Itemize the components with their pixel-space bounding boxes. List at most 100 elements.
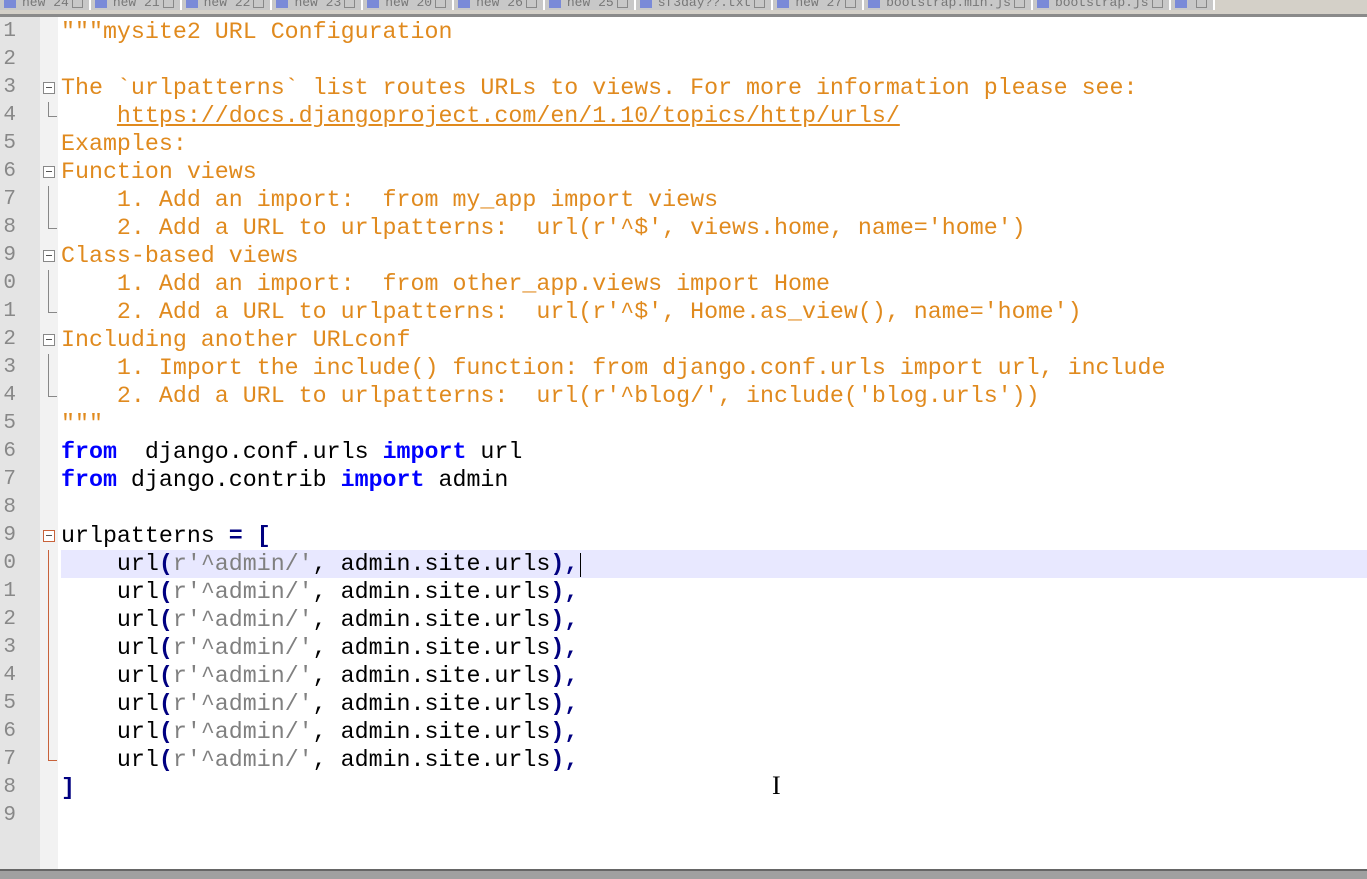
code-text: Including another URLconf <box>61 326 1367 354</box>
fold-end <box>48 298 57 313</box>
line-number: 3 <box>3 76 16 99</box>
tab-label: sf3day??.txt <box>657 0 752 10</box>
code-line[interactable]: 4 https://docs.djangoproject.com/en/1.10… <box>0 102 1367 130</box>
tab-label: new 23 <box>294 0 342 10</box>
fold-toggle-icon[interactable] <box>43 166 55 178</box>
token: url <box>61 691 159 717</box>
token: from <box>61 467 117 493</box>
close-icon[interactable] <box>1013 0 1025 9</box>
fold-toggle-icon[interactable] <box>43 334 55 346</box>
line-number: 7 <box>3 188 16 211</box>
close-icon[interactable] <box>344 0 356 9</box>
code-text: ] <box>61 774 1367 802</box>
code-line[interactable]: 2 Including another URLconf <box>0 326 1367 354</box>
code-line[interactable]: 5 Examples: <box>0 130 1367 158</box>
token: urlpatterns <box>61 523 229 549</box>
line-number: 1 <box>3 580 16 603</box>
code-text: 2. Add a URL to urlpatterns: url(r'^$', … <box>61 298 1367 326</box>
line-number: 0 <box>3 552 16 575</box>
tab[interactable]: new 24 <box>0 0 91 10</box>
token: """ <box>61 411 103 437</box>
tab[interactable]: new 25 <box>544 0 636 10</box>
tab[interactable]: new 27 <box>773 0 865 10</box>
line-number: 4 <box>3 664 16 687</box>
close-icon[interactable] <box>253 0 265 9</box>
tab[interactable]: new 22 <box>181 0 273 10</box>
line-number: 2 <box>3 608 16 631</box>
code-line[interactable]: 1 """mysite2 URL Configuration <box>0 18 1367 46</box>
tab[interactable]: bootstrap.js <box>1032 0 1171 10</box>
token: , admin.site.urls <box>312 691 551 717</box>
tab[interactable]: sf3day??.txt <box>635 0 774 10</box>
code-line[interactable]: 7 url(r'^admin/', admin.site.urls), <box>0 746 1367 774</box>
code-line[interactable]: 9 Class-based views <box>0 242 1367 270</box>
code-line[interactable]: 8 2. Add a URL to urlpatterns: url(r'^$'… <box>0 214 1367 242</box>
code-line[interactable]: 1 2. Add a URL to urlpatterns: url(r'^$'… <box>0 298 1367 326</box>
token: r'^admin/' <box>172 551 313 577</box>
close-icon[interactable] <box>1151 0 1163 9</box>
line-number: 6 <box>3 440 16 463</box>
close-icon[interactable] <box>71 0 83 9</box>
code-text: Examples: <box>61 130 1367 158</box>
code-text: Class-based views <box>61 242 1367 270</box>
token: The `urlpatterns` list routes URLs to vi… <box>61 75 1138 101</box>
code-line[interactable]: 5 """ <box>0 410 1367 438</box>
code-line[interactable]: 4 url(r'^admin/', admin.site.urls), <box>0 662 1367 690</box>
close-icon[interactable] <box>754 0 766 9</box>
code-line[interactable]: 0 url(r'^admin/', admin.site.urls), <box>0 550 1367 578</box>
code-text: 1. Add an import: from my_app import vie… <box>61 186 1367 214</box>
tab[interactable] <box>1170 0 1215 10</box>
file-icon <box>777 0 790 8</box>
fold-toggle-icon[interactable] <box>43 250 55 262</box>
tab[interactable]: new 20 <box>363 0 455 10</box>
code-line[interactable]: 0 1. Add an import: from other_app.views… <box>0 270 1367 298</box>
code-line[interactable]: 3 1. Import the include() function: from… <box>0 354 1367 382</box>
token: , admin.site.urls <box>312 635 551 661</box>
fold-toggle-icon[interactable] <box>43 530 55 542</box>
code-line[interactable]: 5 url(r'^admin/', admin.site.urls), <box>0 690 1367 718</box>
fold-toggle-icon[interactable] <box>43 82 55 94</box>
code-line[interactable]: 6 Function views <box>0 158 1367 186</box>
code-text: url(r'^admin/', admin.site.urls), <box>61 550 1367 578</box>
code-line[interactable]: 8 <box>0 494 1367 522</box>
token: url <box>466 439 523 465</box>
code-line[interactable]: 7 1. Add an import: from my_app import v… <box>0 186 1367 214</box>
line-number: 6 <box>3 720 16 743</box>
close-icon[interactable] <box>525 0 537 9</box>
close-icon[interactable] <box>845 0 857 9</box>
token: [ <box>256 523 271 549</box>
token: ( <box>158 719 173 745</box>
code-line[interactable]: 2 <box>0 46 1367 74</box>
close-icon[interactable] <box>162 0 174 9</box>
code-line[interactable]: 6 from django.conf.urls import url <box>0 438 1367 466</box>
code-line[interactable]: 4 2. Add a URL to urlpatterns: url(r'^bl… <box>0 382 1367 410</box>
code-line[interactable]: 1 url(r'^admin/', admin.site.urls), <box>0 578 1367 606</box>
code-line[interactable]: 9 <box>0 802 1367 830</box>
code-line[interactable]: 2 url(r'^admin/', admin.site.urls), <box>0 606 1367 634</box>
tab[interactable]: new 26 <box>454 0 545 10</box>
code-text: 1. Import the include() function: from d… <box>61 354 1367 382</box>
token: r'^admin/' <box>172 607 313 633</box>
token: , admin.site.urls <box>312 607 551 633</box>
code-line[interactable]: 3 url(r'^admin/', admin.site.urls), <box>0 634 1367 662</box>
code-line[interactable]: 8] <box>0 774 1367 802</box>
tab[interactable]: bootstrap.min.js <box>864 0 1033 10</box>
token: ), <box>550 607 579 633</box>
tab-label: bootstrap.js <box>1054 0 1149 10</box>
code-line[interactable]: 3 The `urlpatterns` list routes URLs to v… <box>0 74 1367 102</box>
code-line[interactable]: 6 url(r'^admin/', admin.site.urls), <box>0 718 1367 746</box>
close-icon[interactable] <box>1195 0 1207 9</box>
code-line[interactable]: 9 urlpatterns = [ <box>0 522 1367 550</box>
code-line[interactable]: 7 from django.contrib import admin <box>0 466 1367 494</box>
token: r'^admin/' <box>172 663 313 689</box>
tab[interactable]: new 21 <box>90 0 182 10</box>
close-icon[interactable] <box>616 0 628 9</box>
status-bar <box>0 869 1367 879</box>
close-icon[interactable] <box>435 0 447 9</box>
token: 2. Add a URL to urlpatterns: url(r'^blog… <box>61 383 1040 409</box>
code-editor[interactable]: 1 """mysite2 URL Configuration 2 3 The `urlp… <box>0 18 1367 830</box>
line-number: 8 <box>3 776 16 799</box>
tab[interactable]: new 23 <box>272 0 364 10</box>
